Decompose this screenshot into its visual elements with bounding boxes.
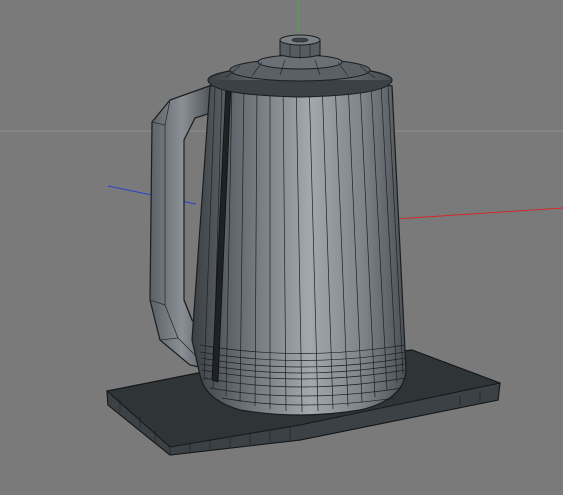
kettle-lid[interactable] [207, 54, 393, 98]
viewport-canvas[interactable] [0, 0, 563, 495]
kettle-body[interactable] [191, 77, 407, 416]
lid-knob[interactable] [279, 34, 321, 59]
x-axis-line [394, 207, 563, 220]
3d-viewport[interactable] [0, 0, 563, 495]
